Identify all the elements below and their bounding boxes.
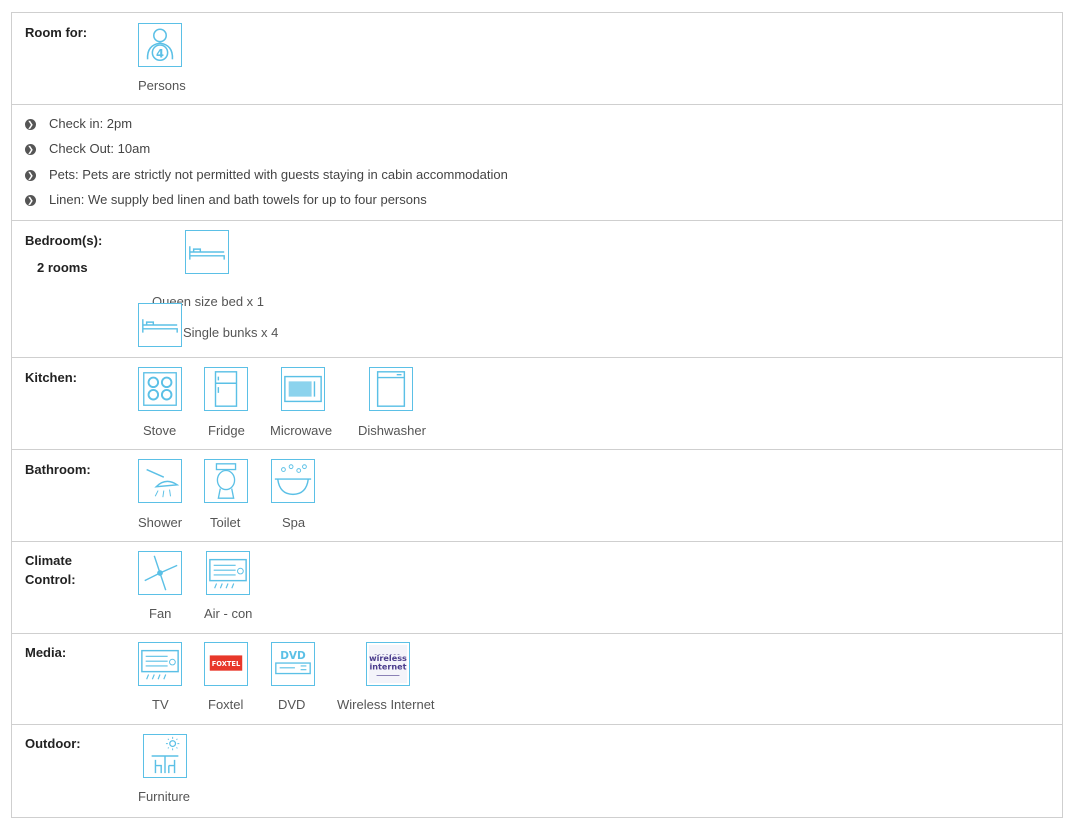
media-row: Media: TV FOXTEL Foxtel DVD DVD wireless… xyxy=(12,634,1062,725)
outdoor-label: Outdoor: xyxy=(25,736,81,751)
queen-bed-icon xyxy=(185,230,229,274)
dvd-icon: DVD xyxy=(271,642,315,686)
toilet-icon xyxy=(204,459,248,503)
dishwasher-caption: Dishwasher xyxy=(358,423,426,438)
foxtel-caption: Foxtel xyxy=(208,697,244,712)
chevron-right-icon: ❯ xyxy=(25,195,36,207)
aircon-icon xyxy=(206,551,250,595)
foxtel-logo-text: FOXTEL xyxy=(212,660,241,668)
spa-caption: Spa xyxy=(282,515,306,530)
spa-icon xyxy=(271,459,315,503)
shower-icon xyxy=(138,459,182,503)
stove-icon xyxy=(138,367,182,411)
bathroom-row: Bathroom: Shower Toilet Spa xyxy=(12,450,1062,542)
wifi-logo-line2: internet xyxy=(369,662,406,672)
policy-item: ❯ Check Out: 10am xyxy=(25,141,150,156)
bedrooms-label: Bedroom(s): xyxy=(25,233,103,248)
tv-caption: TV xyxy=(152,697,169,712)
single-bunk-icon xyxy=(138,303,182,347)
tv-icon xyxy=(138,642,182,686)
climate-label: Climate Control: xyxy=(25,553,76,587)
fan-icon xyxy=(138,551,182,595)
outdoor-row: Outdoor: Furniture xyxy=(12,725,1062,818)
wireless-internet-icon: wireless internet xyxy=(366,642,410,686)
media-label: Media: xyxy=(25,645,67,660)
dvd-logo-text: DVD xyxy=(280,650,306,662)
rooms-count: 2 rooms xyxy=(37,260,88,275)
amenities-panel: Room for: 4 Persons ❯ Check in: 2pm ❯ Chec… xyxy=(11,12,1063,818)
microwave-icon xyxy=(281,367,325,411)
room-for-row: Room for: 4 Persons xyxy=(12,13,1062,105)
dishwasher-icon xyxy=(369,367,413,411)
policies-row: ❯ Check in: 2pm ❯ Check Out: 10am ❯ Pets: P… xyxy=(12,105,1062,221)
persons-icon: 4 xyxy=(138,23,182,67)
microwave-caption: Microwave xyxy=(270,423,333,438)
climate-row: Climate Control: Fan Air - con xyxy=(12,542,1062,634)
outdoor-furniture-icon xyxy=(143,734,187,778)
kitchen-row: Kitchen: Stove Fridge Microwave Dishwash… xyxy=(12,358,1062,450)
chevron-right-icon: ❯ xyxy=(25,170,36,182)
kitchen-label: Kitchen: xyxy=(25,370,77,385)
shower-caption: Shower xyxy=(138,515,183,530)
single-bunk-caption: Single bunks x 4 xyxy=(183,325,279,340)
persons-caption: Persons xyxy=(138,78,186,93)
wireless-internet-caption: Wireless Internet xyxy=(337,697,435,712)
fan-caption: Fan xyxy=(149,606,172,621)
stove-caption: Stove xyxy=(143,423,177,438)
toilet-caption: Toilet xyxy=(210,515,241,530)
policy-item: ❯ Check in: 2pm xyxy=(25,116,132,131)
bathroom-label: Bathroom: xyxy=(25,462,91,477)
persons-count: 4 xyxy=(156,46,164,60)
policy-item: ❯ Linen: We supply bed linen and bath tow… xyxy=(25,192,427,207)
bedrooms-row: Bedroom(s): 2 rooms Queen size bed x 1 S… xyxy=(12,221,1062,358)
policy-item: ❯ Pets: Pets are strictly not permitted w… xyxy=(25,167,508,182)
chevron-right-icon: ❯ xyxy=(25,119,36,131)
room-for-label: Room for: xyxy=(25,25,88,40)
aircon-caption: Air - con xyxy=(204,606,253,621)
furniture-caption: Furniture xyxy=(138,789,191,804)
fridge-icon xyxy=(204,367,248,411)
fridge-caption: Fridge xyxy=(208,423,245,438)
dvd-caption: DVD xyxy=(278,697,306,712)
foxtel-icon: FOXTEL xyxy=(204,642,248,686)
chevron-right-icon: ❯ xyxy=(25,144,36,156)
